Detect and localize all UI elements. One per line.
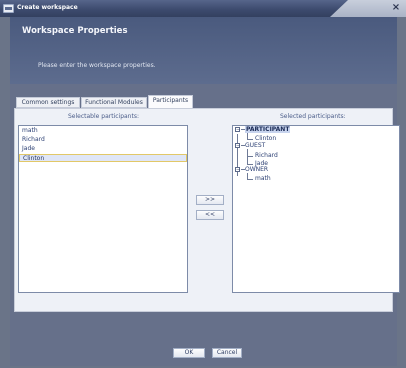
header-title: Workspace Properties bbox=[22, 26, 128, 36]
add-participant-button[interactable]: >> bbox=[196, 195, 224, 205]
tab-participants[interactable]: Participants bbox=[148, 95, 193, 108]
selectable-participants-label: Selectable participants: bbox=[68, 113, 139, 120]
tree-leaf[interactable]: Clinton bbox=[255, 135, 276, 142]
list-item[interactable]: Jade bbox=[19, 145, 187, 153]
tree-connector bbox=[247, 164, 253, 165]
tree-leaf[interactable]: math bbox=[255, 175, 271, 182]
remove-participant-button[interactable]: << bbox=[196, 210, 224, 220]
list-item[interactable]: Richard bbox=[19, 136, 187, 144]
list-item[interactable]: math bbox=[19, 127, 187, 135]
header-description: Please enter the workspace properties. bbox=[38, 62, 156, 69]
tree-group-owner[interactable]: OWNER bbox=[245, 166, 268, 173]
tree-connector bbox=[247, 156, 253, 157]
selected-participants-tree[interactable]: − PARTICIPANT Clinton − GUEST Richard Ja… bbox=[232, 125, 400, 293]
selectable-participants-list[interactable]: math Richard Jade Clinton bbox=[18, 125, 188, 293]
app-window-icon bbox=[3, 4, 14, 13]
tab-functional-modules[interactable]: Functional Modules bbox=[81, 97, 147, 108]
tree-connector bbox=[247, 139, 253, 140]
collapse-icon[interactable]: − bbox=[235, 167, 240, 173]
window-title: Create workspace bbox=[17, 4, 78, 11]
collapse-icon[interactable]: − bbox=[235, 127, 240, 133]
tree-connector bbox=[247, 179, 253, 180]
cancel-button[interactable]: Cancel bbox=[212, 348, 242, 358]
list-item-selected[interactable]: Clinton bbox=[19, 154, 187, 162]
ok-button[interactable]: OK bbox=[173, 348, 205, 358]
tab-common-settings[interactable]: Common settings bbox=[16, 97, 80, 108]
tree-group-participant[interactable]: PARTICIPANT bbox=[245, 126, 291, 133]
close-icon[interactable]: × bbox=[390, 2, 402, 14]
collapse-icon[interactable]: − bbox=[235, 143, 240, 149]
tree-guide-line bbox=[247, 149, 248, 165]
selected-participants-label: Selected participants: bbox=[280, 113, 346, 120]
tree-group-guest[interactable]: GUEST bbox=[245, 142, 265, 149]
tree-leaf[interactable]: Richard bbox=[255, 152, 278, 159]
